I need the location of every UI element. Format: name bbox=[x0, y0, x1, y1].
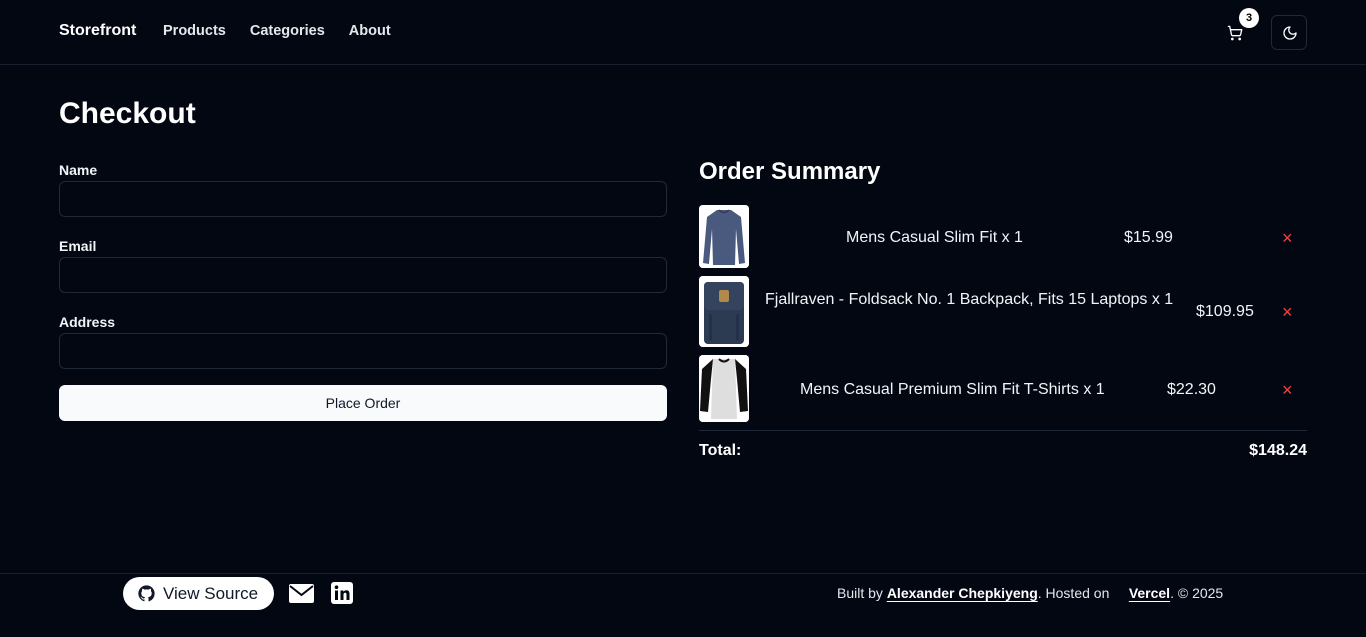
remove-item-button[interactable]: × bbox=[1282, 303, 1293, 321]
view-source-button[interactable]: View Source bbox=[123, 577, 274, 610]
mail-link[interactable] bbox=[289, 584, 314, 608]
remove-item-button[interactable]: × bbox=[1282, 229, 1293, 247]
shopping-cart-icon bbox=[1227, 25, 1243, 41]
nav-about[interactable]: About bbox=[349, 23, 391, 39]
list-item-price: $15.99 bbox=[1124, 229, 1173, 246]
product-image-raglan-shirt bbox=[699, 355, 749, 422]
theme-toggle-button[interactable] bbox=[1271, 15, 1307, 50]
nav-products[interactable]: Products bbox=[163, 23, 226, 39]
total-value: $148.24 bbox=[1249, 442, 1307, 459]
copyright-text: . © 2025 bbox=[1170, 585, 1224, 601]
linkedin-link[interactable] bbox=[331, 582, 353, 609]
address-field[interactable] bbox=[59, 333, 667, 369]
list-item-name: Fjallraven - Foldsack No. 1 Backpack, Fi… bbox=[765, 291, 1174, 308]
list-item-name: Mens Casual Slim Fit x 1 bbox=[846, 229, 1023, 246]
moon-icon bbox=[1283, 26, 1297, 40]
hosted-on-text: . Hosted on bbox=[1037, 585, 1110, 601]
github-icon bbox=[138, 585, 155, 602]
remove-item-button[interactable]: × bbox=[1282, 381, 1293, 399]
list-item-price: $109.95 bbox=[1196, 303, 1254, 320]
name-field[interactable] bbox=[59, 181, 667, 217]
author-link[interactable]: Alexander Chepkiyeng bbox=[887, 585, 1038, 601]
page-title: Checkout bbox=[59, 97, 196, 130]
site-header: Storefront Products Categories About 3 bbox=[0, 0, 1366, 65]
total-label: Total: bbox=[699, 442, 742, 459]
mail-icon bbox=[289, 584, 314, 603]
main-nav: Products Categories About bbox=[163, 23, 391, 39]
site-footer: View Source Built by Alexander Chepkiyen… bbox=[0, 573, 1366, 637]
built-by-text: Built by bbox=[837, 585, 887, 601]
nav-categories[interactable]: Categories bbox=[250, 23, 325, 39]
email-label: Email bbox=[59, 238, 97, 254]
host-link[interactable]: Vercel bbox=[1129, 585, 1170, 601]
view-source-label: View Source bbox=[163, 584, 259, 603]
summary-divider bbox=[699, 430, 1307, 431]
email-field[interactable] bbox=[59, 257, 667, 293]
address-label: Address bbox=[59, 314, 116, 330]
list-item-price: $22.30 bbox=[1167, 381, 1216, 398]
linkedin-icon bbox=[331, 582, 353, 604]
footer-credits: Built by Alexander Chepkiyeng. Hosted on… bbox=[837, 585, 1223, 601]
name-label: Name bbox=[59, 162, 98, 178]
product-image-shirt bbox=[699, 205, 749, 268]
place-order-button[interactable]: Place Order bbox=[59, 385, 667, 421]
product-image-backpack bbox=[699, 276, 749, 347]
brand-logo[interactable]: Storefront bbox=[59, 22, 136, 40]
order-summary-title: Order Summary bbox=[699, 158, 881, 185]
list-item-name: Mens Casual Premium Slim Fit T-Shirts x … bbox=[800, 381, 1105, 398]
cart-count-badge: 3 bbox=[1239, 8, 1259, 28]
